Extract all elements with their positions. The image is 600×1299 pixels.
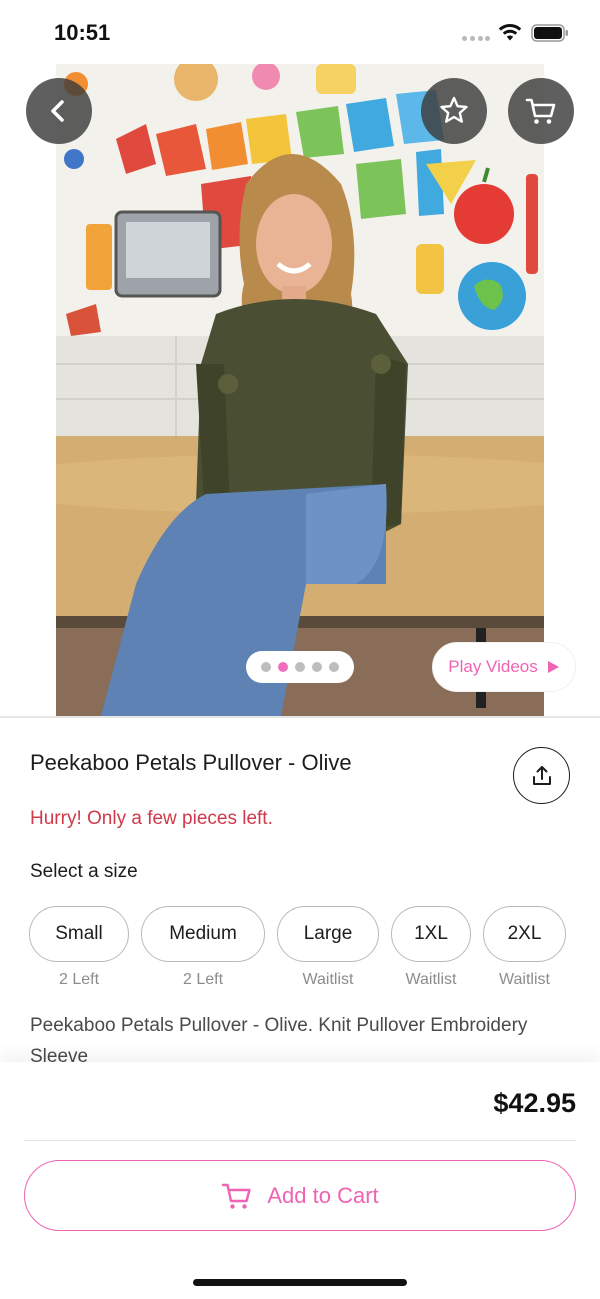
play-videos-button[interactable]: Play Videos — [432, 642, 576, 692]
bottom-divider — [24, 1140, 576, 1141]
size-status-1xl: Waitlist — [405, 971, 457, 988]
size-status-medium: 2 Left — [182, 971, 224, 988]
size-option-small[interactable]: Small — [29, 906, 129, 962]
signal-icon — [462, 36, 490, 42]
chevron-left-icon — [51, 100, 64, 122]
share-icon — [532, 765, 551, 785]
cart-button[interactable] — [508, 78, 574, 144]
status-time: 10:51 — [54, 20, 111, 45]
size-status-large: Waitlist — [302, 971, 354, 988]
hero-divider — [0, 716, 600, 718]
size-option-medium[interactable]: Medium — [141, 906, 265, 962]
image-pager[interactable] — [246, 651, 354, 683]
size-status-small: 2 Left — [58, 971, 100, 988]
pager-dot[interactable] — [295, 662, 305, 672]
add-to-cart-button[interactable]: Add to Cart — [24, 1160, 576, 1231]
play-icon — [547, 661, 559, 673]
cart-icon — [222, 1183, 252, 1209]
pager-dot[interactable] — [261, 662, 271, 672]
stock-alert: Hurry! Only a few pieces left. — [30, 808, 273, 829]
battery-icon — [531, 24, 568, 42]
play-videos-label: Play Videos — [448, 657, 538, 676]
status-bar: 10:51 — [0, 0, 600, 64]
cart-icon — [525, 98, 556, 124]
share-button[interactable] — [513, 747, 570, 804]
product-image[interactable] — [56, 64, 544, 716]
size-option-1xl[interactable]: 1XL — [391, 906, 471, 962]
wifi-icon — [498, 24, 522, 41]
size-option-large[interactable]: Large — [277, 906, 379, 962]
size-heading: Select a size — [30, 861, 138, 882]
pager-dot-active[interactable] — [278, 662, 288, 672]
favorite-button[interactable] — [421, 78, 487, 144]
size-option-2xl[interactable]: 2XL — [483, 906, 566, 962]
pager-dot[interactable] — [312, 662, 322, 672]
star-icon — [440, 96, 468, 123]
pager-dot[interactable] — [329, 662, 339, 672]
price: $42.95 — [493, 1088, 576, 1118]
back-button[interactable] — [26, 78, 92, 144]
product-photo — [56, 64, 544, 716]
add-to-cart-label: Add to Cart — [267, 1182, 379, 1208]
home-indicator[interactable] — [193, 1279, 407, 1286]
product-title: Peekaboo Petals Pullover - Olive — [30, 750, 352, 775]
size-status-2xl: Waitlist — [499, 971, 550, 988]
